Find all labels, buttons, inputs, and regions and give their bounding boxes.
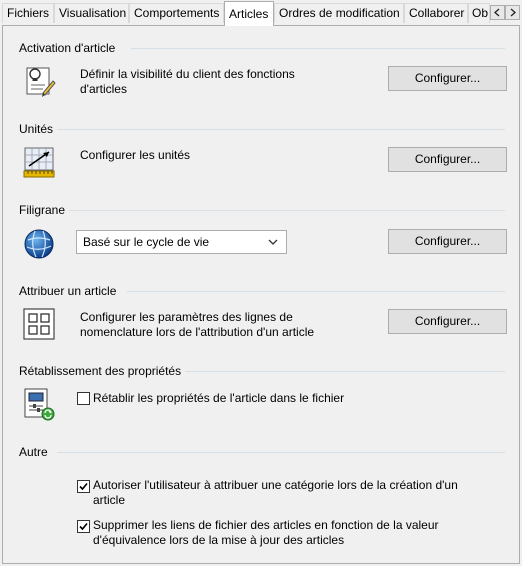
- tab-visualisation[interactable]: Visualisation: [54, 3, 129, 23]
- section-title: Attribuer un article: [19, 284, 117, 298]
- section-title: Unités: [19, 122, 54, 136]
- section-title: Autre: [19, 445, 48, 459]
- activation-description: Définir la visibilité du client des fonc…: [80, 67, 295, 97]
- chevron-left-icon: [494, 8, 500, 17]
- checkmark-icon: [79, 522, 88, 531]
- section-title: Filigrane: [19, 203, 66, 217]
- remove-file-links-label: Supprimer les liens de fichier des artic…: [93, 518, 493, 548]
- option-line: article: [93, 493, 126, 507]
- description-line: Configurer les paramètres des lignes de: [80, 310, 293, 324]
- unites-description: Configurer les unités: [80, 148, 191, 162]
- tab-scroll-right-button[interactable]: [505, 5, 520, 20]
- units-grid-ruler-icon: [23, 147, 55, 178]
- allow-category-label: Autoriser l'utilisateur à attribuer une …: [93, 478, 493, 508]
- section-divider: [127, 291, 505, 292]
- globe-icon: [24, 229, 54, 259]
- tab-ob[interactable]: Ob: [468, 3, 490, 23]
- description-line: Définir la visibilité du client des fonc…: [80, 67, 295, 81]
- assign-item-grid-icon: [23, 308, 55, 340]
- configure-filigrane-button[interactable]: Configurer...: [388, 229, 507, 254]
- section-divider: [57, 129, 505, 130]
- select-value: Basé sur le cycle de vie: [83, 235, 210, 249]
- tab-scroll-left-button[interactable]: [490, 5, 505, 20]
- tab-articles[interactable]: Articles: [224, 1, 274, 26]
- option-line: d'équivalence lors de la mise à jour des…: [93, 533, 345, 547]
- section-divider: [131, 48, 505, 49]
- section-title: Activation d'article: [19, 41, 116, 55]
- tab-fichiers[interactable]: Fichiers: [2, 3, 54, 23]
- restore-properties-checkbox[interactable]: [77, 392, 90, 405]
- section-title: Rétablissement des propriétés: [19, 364, 182, 378]
- description-line: nomenclature lors de l'attribution d'un …: [80, 325, 315, 339]
- tab-ordres-de-modification[interactable]: Ordres de modification: [274, 3, 404, 23]
- section-divider: [69, 210, 505, 211]
- option-line: Autoriser l'utilisateur à attribuer une …: [93, 478, 458, 492]
- tab-comportements[interactable]: Comportements: [129, 3, 224, 23]
- configure-unites-button[interactable]: Configurer...: [388, 147, 507, 172]
- option-line: Supprimer les liens de fichier des artic…: [93, 518, 439, 532]
- tab-collaborer[interactable]: Collaborer: [404, 3, 468, 23]
- attribuer-description: Configurer les paramètres des lignes de …: [80, 310, 314, 340]
- articles-panel: Activation d'article Définir la visibili…: [2, 25, 520, 564]
- lightbulb-document-icon: [26, 67, 56, 97]
- tab-bar: Fichiers Visualisation Comportements Art…: [0, 0, 522, 26]
- restore-properties-label: Rétablir les propriétés de l'article dan…: [93, 391, 345, 405]
- configure-activation-button[interactable]: Configurer...: [388, 66, 507, 91]
- configure-attribuer-button[interactable]: Configurer...: [388, 309, 507, 334]
- checkmark-icon: [79, 482, 88, 491]
- chevron-down-icon: [268, 239, 278, 245]
- watermark-mode-select[interactable]: Basé sur le cycle de vie: [76, 230, 287, 254]
- section-divider: [185, 371, 505, 372]
- chevron-right-icon: [510, 8, 516, 17]
- restore-properties-icon: [24, 388, 55, 421]
- remove-file-links-checkbox[interactable]: [77, 520, 90, 533]
- description-line: d'articles: [80, 82, 127, 96]
- section-divider: [57, 452, 505, 453]
- allow-category-checkbox[interactable]: [77, 480, 90, 493]
